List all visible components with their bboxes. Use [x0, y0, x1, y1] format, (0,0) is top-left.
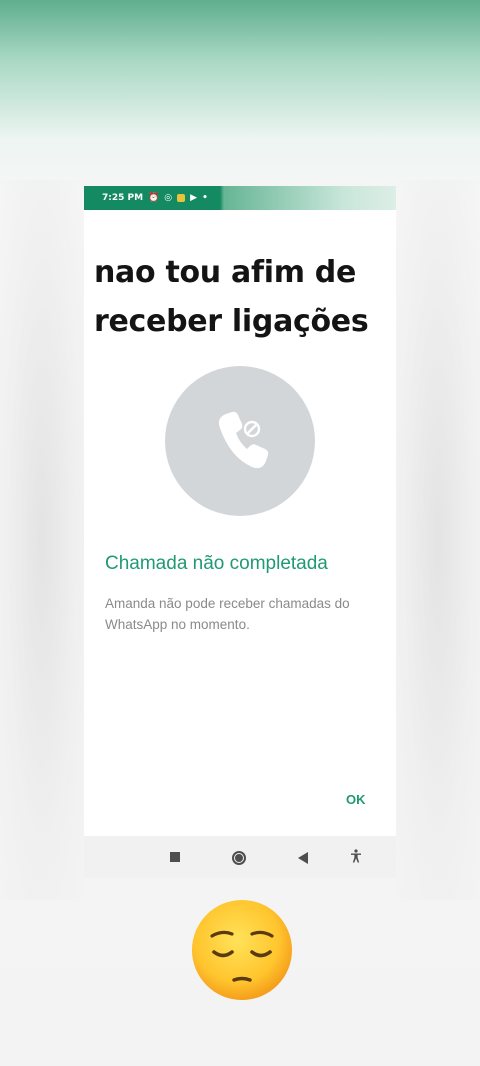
dialog-message: Amanda não pode receber chamadas do What…: [105, 596, 350, 632]
pensive-face-emoji: [190, 898, 294, 1002]
call-blocked-avatar: [165, 366, 315, 516]
status-time: 7:25 PM: [102, 193, 144, 203]
caption-line-2: receber ligações: [94, 304, 369, 339]
ok-button[interactable]: OK: [346, 792, 366, 807]
video-caption: nao tou afim de receber ligações: [94, 248, 386, 346]
alarm-icon: ⏰: [148, 192, 160, 203]
navigation-bar: [84, 836, 396, 878]
home-icon[interactable]: [232, 851, 246, 865]
call-blocked-icon: [218, 411, 269, 469]
caption-line-1: nao tou afim de: [94, 255, 357, 290]
background-blur-right: [396, 180, 480, 900]
status-bar: 7:25 PM ⏰ ◎ ▶ •: [84, 186, 396, 210]
accessibility-icon[interactable]: [350, 848, 362, 867]
play-icon: ▶: [190, 192, 198, 203]
app-icon: [177, 194, 186, 202]
background-blur-left: [0, 180, 84, 900]
back-icon[interactable]: [298, 852, 308, 864]
phone-screen: 7:25 PM ⏰ ◎ ▶ • nao tou afim de receber …: [84, 186, 396, 878]
dot-icon: •: [202, 192, 208, 203]
dialog-title: Chamada não completada: [105, 553, 328, 574]
recents-icon[interactable]: [170, 852, 180, 862]
whatsapp-icon: ◎: [164, 192, 173, 203]
